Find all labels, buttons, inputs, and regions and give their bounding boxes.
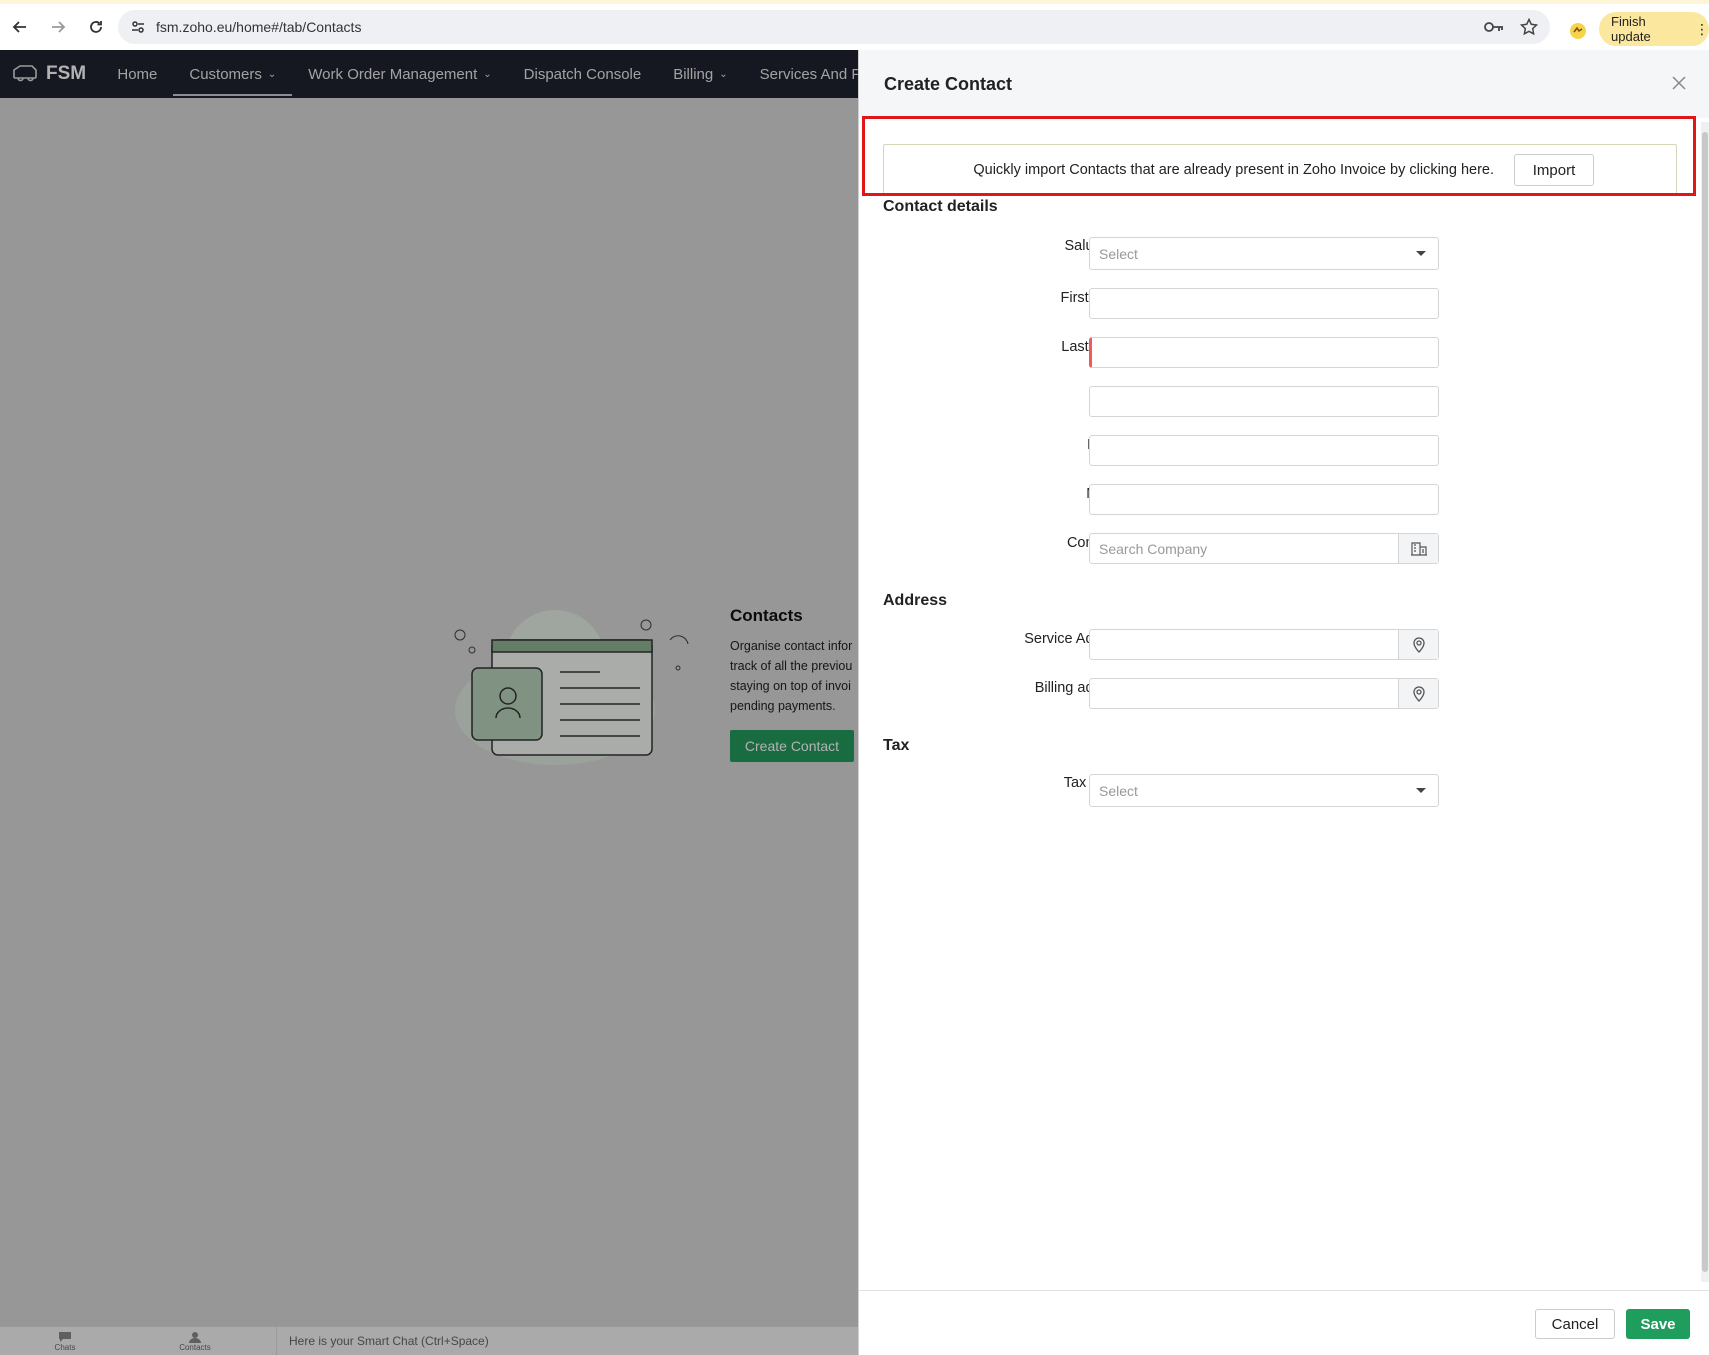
panel-footer: Cancel Save [859,1290,1709,1355]
reload-icon [90,21,102,33]
create-contact-panel: Create Contact Quickly import Contacts t… [858,50,1709,1355]
billing-address-field[interactable] [1089,678,1439,709]
star-icon[interactable] [1520,18,1538,36]
close-icon[interactable] [1670,74,1688,92]
finish-update-button[interactable]: Finish update ⋮ [1599,12,1709,46]
company-search-input[interactable]: Search Company [1089,533,1439,564]
more-menu-icon[interactable]: ⋮ [1695,21,1709,38]
email-field[interactable] [1089,386,1439,417]
mobile-field[interactable] [1089,484,1439,515]
section-contact-details: Contact details [883,198,998,215]
save-button[interactable]: Save [1626,1309,1690,1339]
company-lookup-button[interactable] [1398,534,1438,563]
tax-name-placeholder: Select [1099,782,1138,799]
finish-update-label: Finish update [1611,14,1651,44]
forward-button[interactable] [40,9,76,45]
cancel-button[interactable]: Cancel [1535,1309,1615,1339]
url-text: fsm.zoho.eu/home#/tab/Contacts [156,19,362,35]
section-address: Address [883,592,948,609]
section-tax: Tax [883,737,910,754]
last-name-field[interactable] [1089,337,1439,368]
company-placeholder: Search Company [1099,540,1208,557]
map-pin-icon [1412,636,1425,653]
extension-icon[interactable] [1566,19,1590,43]
billing-address-map-button[interactable] [1398,679,1438,708]
caret-down-icon [1416,251,1426,256]
browser-toolbar: fsm.zoho.eu/home#/tab/Contacts Finish up… [0,4,1709,50]
key-icon[interactable] [1484,20,1504,34]
reload-button[interactable] [78,9,114,45]
phone-field[interactable] [1089,435,1439,466]
tax-name-select[interactable]: Select [1089,774,1439,807]
salutation-select[interactable]: Select [1089,237,1439,270]
panel-header: Create Contact [859,50,1709,118]
service-address-map-button[interactable] [1398,630,1438,659]
site-settings-icon[interactable] [128,17,148,37]
salutation-placeholder: Select [1099,245,1138,262]
panel-scrollbar[interactable] [1701,122,1709,1282]
caret-down-icon [1416,788,1426,793]
back-button[interactable] [2,9,38,45]
modal-backdrop[interactable] [0,50,858,1355]
building-icon [1410,541,1427,556]
map-pin-icon [1412,685,1425,702]
panel-title: Create Contact [884,74,1013,94]
forward-arrow-icon [52,21,66,33]
first-name-field[interactable] [1089,288,1439,319]
service-address-field[interactable] [1089,629,1439,660]
highlight-annotation-box [862,116,1696,196]
scrollbar-thumb[interactable] [1702,132,1708,1272]
back-arrow-icon [12,21,26,33]
address-bar[interactable]: fsm.zoho.eu/home#/tab/Contacts [118,10,1550,44]
